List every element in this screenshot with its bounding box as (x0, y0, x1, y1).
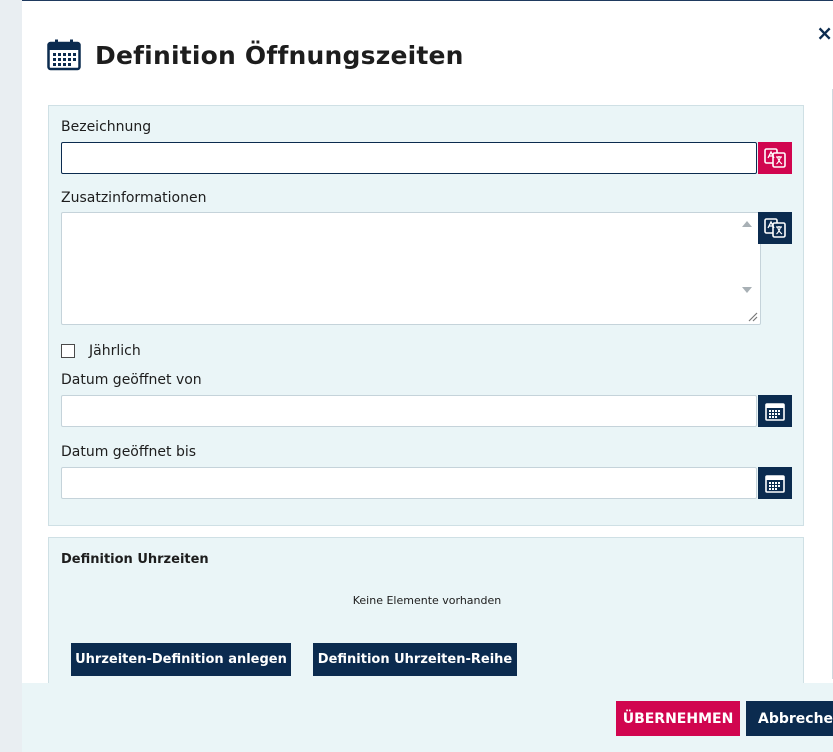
bezeichnung-label: Bezeichnung (61, 119, 152, 135)
zusatzinformationen-label: Zusatzinformationen (61, 190, 207, 206)
scroll-down-icon[interactable] (742, 287, 752, 293)
background-strip (0, 0, 22, 752)
jaehrlich-label: Jährlich (89, 343, 141, 359)
calendar-icon (47, 39, 81, 71)
dialog-footer: ÜBERNEHMEN Abbrechen (22, 683, 833, 752)
close-icon[interactable]: × (816, 23, 833, 43)
datum-bis-calendar-button[interactable] (758, 467, 792, 499)
calendar-icon (765, 475, 785, 493)
section-title: Definition Uhrzeiten (61, 552, 209, 567)
translate-icon (764, 148, 786, 168)
details-panel: Bezeichnung Zusatzinformationen Jährlich… (48, 105, 804, 526)
datum-bis-input[interactable] (61, 467, 757, 499)
zusatzinformationen-textarea[interactable] (61, 212, 761, 325)
jaehrlich-checkbox[interactable] (61, 344, 75, 358)
datum-von-label: Datum geöffnet von (61, 372, 202, 388)
resize-handle-icon[interactable] (746, 310, 758, 322)
calendar-icon (765, 403, 785, 421)
empty-state-text: Keine Elemente vorhanden (352, 594, 502, 607)
dialog-header: Definition Öffnungszeiten (47, 39, 464, 71)
datum-von-calendar-button[interactable] (758, 395, 792, 427)
add-uhrzeiten-definition-button[interactable]: Uhrzeiten-Definition anlegen (71, 643, 291, 676)
datum-bis-label: Datum geöffnet bis (61, 444, 197, 460)
bezeichnung-input[interactable] (61, 142, 757, 174)
scroll-up-icon[interactable] (742, 221, 752, 227)
translate-icon (764, 218, 786, 238)
uhrzeiten-reihe-button[interactable]: Definition Uhrzeiten-Reihe (313, 643, 517, 676)
apply-button[interactable]: ÜBERNEHMEN (616, 701, 740, 736)
datum-von-input[interactable] (61, 395, 757, 427)
opening-hours-dialog: × Definition Öffnungszeiten Bezeichnung (22, 0, 833, 752)
zusatzinformationen-translate-button[interactable] (758, 212, 792, 244)
uhrzeiten-panel: Definition Uhrzeiten Keine Elemente vorh… (48, 537, 804, 687)
cancel-button[interactable]: Abbrechen (746, 701, 833, 736)
page-title: Definition Öffnungszeiten (95, 40, 464, 70)
jaehrlich-checkbox-row[interactable]: Jährlich (61, 343, 141, 359)
bezeichnung-translate-button[interactable] (758, 142, 792, 174)
